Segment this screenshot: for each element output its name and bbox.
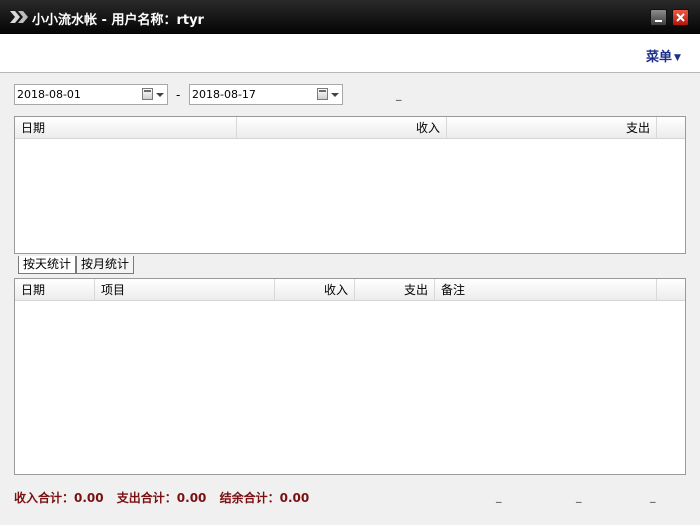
- menu-button[interactable]: 菜单 ▼: [646, 46, 681, 65]
- menu-bar: 菜单 ▼: [0, 34, 700, 73]
- column-header-income[interactable]: 收入: [275, 279, 355, 301]
- tab-daily-stats[interactable]: 按天统计: [18, 256, 77, 274]
- tab-monthly-stats[interactable]: 按月统计: [76, 256, 135, 274]
- calendar-icon[interactable]: [142, 88, 153, 100]
- end-date-picker[interactable]: 2018-08-17: [189, 84, 343, 105]
- footer-mark: _: [576, 490, 582, 503]
- summary-grid[interactable]: 日期 收入 支出: [14, 116, 686, 254]
- start-date-value: 2018-08-01: [17, 88, 81, 101]
- totals-bar: 收入合计：0.00 支出合计：0.00 结余合计：0.00: [14, 489, 318, 506]
- column-header-note[interactable]: 备注: [435, 279, 657, 301]
- close-button[interactable]: [672, 9, 689, 26]
- calendar-icon[interactable]: [317, 88, 328, 100]
- chevron-down-icon: ▼: [674, 53, 681, 63]
- minimize-button[interactable]: [650, 9, 667, 26]
- column-header-item[interactable]: 项目: [95, 279, 275, 301]
- footer-mark: _: [650, 490, 656, 503]
- filter-mark: _: [396, 88, 402, 101]
- column-header-expense[interactable]: 支出: [447, 117, 657, 139]
- double-chevron-icon: [10, 11, 28, 23]
- detail-grid-header: 日期 项目 收入 支出 备注: [15, 279, 685, 301]
- detail-grid[interactable]: 日期 项目 收入 支出 备注: [14, 278, 686, 475]
- date-range-separator: -: [176, 88, 181, 102]
- column-header-income[interactable]: 收入: [237, 117, 447, 139]
- footer-mark: _: [496, 490, 502, 503]
- income-total: 收入合计：0.00: [14, 491, 104, 505]
- chevron-down-icon[interactable]: [331, 93, 339, 97]
- column-header-date[interactable]: 日期: [15, 279, 95, 301]
- column-header-date[interactable]: 日期: [15, 117, 237, 139]
- menu-label: 菜单: [646, 50, 673, 65]
- close-icon: [676, 13, 685, 22]
- expense-total: 支出合计：0.00: [116, 491, 207, 505]
- balance-total: 结余合计：0.00: [219, 491, 310, 505]
- window-title: 小小流水帐 - 用户名称：rtyr: [32, 13, 204, 28]
- title-bar: 小小流水帐 - 用户名称：rtyr: [0, 0, 700, 34]
- summary-grid-header: 日期 收入 支出: [15, 117, 685, 139]
- column-header-expense[interactable]: 支出: [355, 279, 435, 301]
- chevron-down-icon[interactable]: [156, 93, 164, 97]
- end-date-value: 2018-08-17: [192, 88, 256, 101]
- start-date-picker[interactable]: 2018-08-01: [14, 84, 168, 105]
